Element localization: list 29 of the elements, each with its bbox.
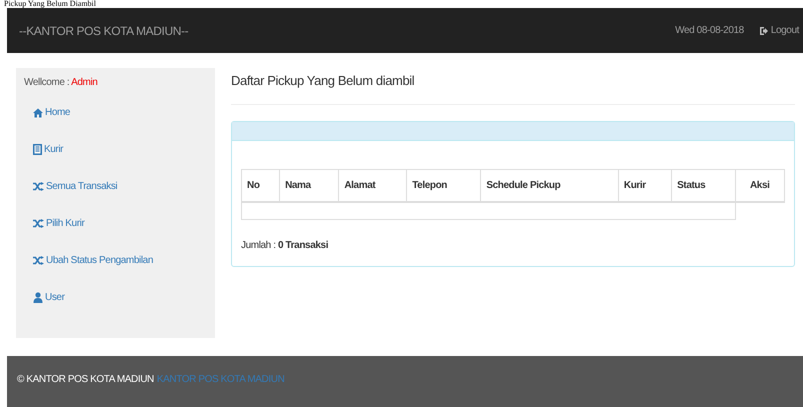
page-title: Daftar Pickup Yang Belum diambil: [231, 73, 416, 88]
sidebar-item[interactable]: Ubah Status Pengambilan: [24, 248, 207, 285]
shuffle-icon: [33, 256, 44, 265]
column-header: Nama: [280, 170, 339, 202]
brand-title[interactable]: --KANTOR POS KOTA MADIUN--: [19, 24, 188, 38]
welcome-text: Wellcome : Admin: [24, 77, 98, 88]
home-icon: [33, 108, 43, 118]
column-header: Aksi: [735, 170, 784, 202]
column-header: Status: [672, 170, 736, 202]
total-text: Jumlah : 0 Transaksi: [241, 240, 330, 251]
sidebar-item[interactable]: Semua Transaksi: [24, 174, 207, 211]
copyright-text: © KANTOR POS KOTA MADIUN: [17, 373, 154, 386]
list-icon: [33, 144, 42, 155]
column-header: Kurir: [618, 170, 672, 202]
column-header: No: [242, 170, 280, 202]
user-icon: [33, 292, 43, 303]
date-text: Wed 08-08-2018: [675, 25, 744, 36]
column-header: Alamat: [338, 170, 407, 202]
page-caption: Pickup Yang Belum Diambil: [4, 0, 96, 8]
sidebar-item[interactable]: Home: [24, 100, 207, 137]
column-header: Telepon: [406, 170, 481, 202]
column-header: Schedule Pickup: [480, 170, 618, 202]
sidebar-item[interactable]: User: [24, 285, 207, 322]
logout-link[interactable]: Logout: [758, 25, 799, 36]
logout-icon: [758, 26, 768, 36]
shuffle-icon: [33, 182, 44, 191]
sidebar-item[interactable]: Kurir: [24, 137, 207, 174]
sidebar-item[interactable]: Pilih Kurir: [24, 211, 207, 248]
shuffle-icon: [33, 219, 44, 228]
